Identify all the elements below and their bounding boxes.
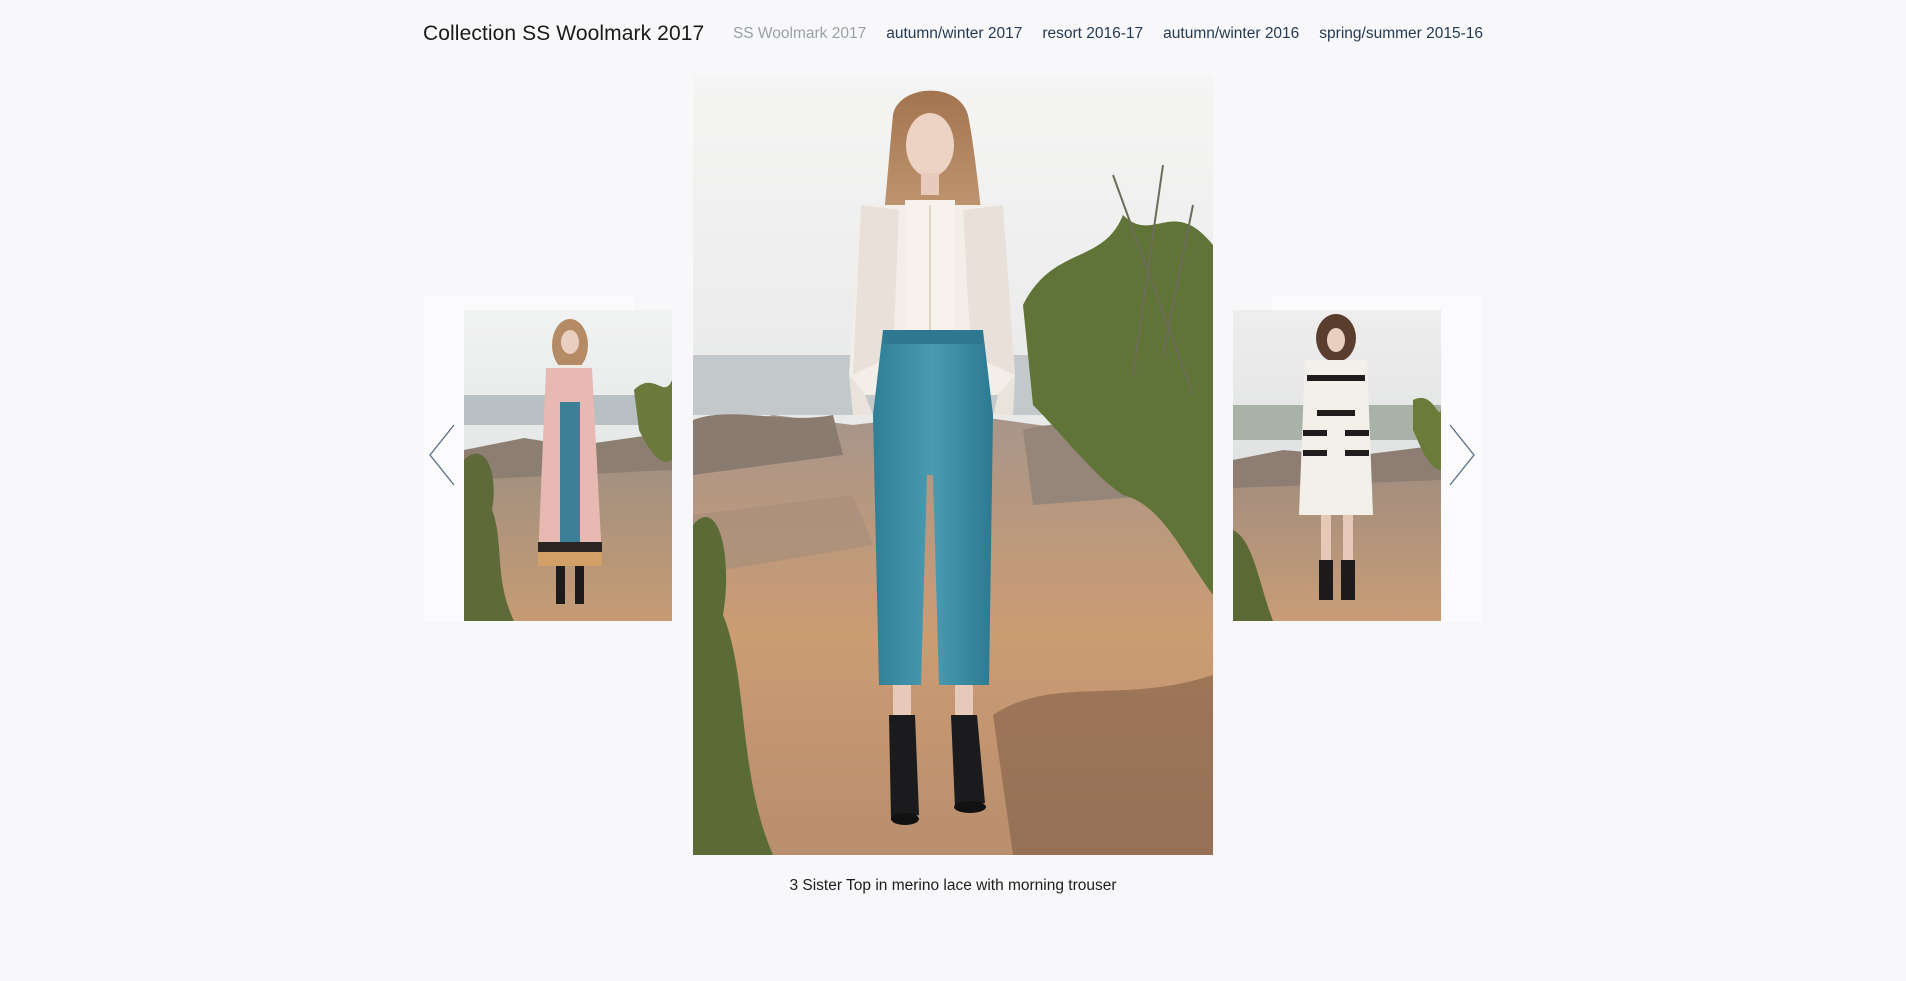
nav-link-autumn-winter-2016[interactable]: autumn/winter 2016 <box>1163 24 1299 44</box>
current-look-photo[interactable] <box>693 75 1213 855</box>
next-slide-button[interactable] <box>1448 424 1476 486</box>
site-header: Collection SS Woolmark 2017 SS Woolmark … <box>423 20 1483 52</box>
next-look-image <box>1233 310 1441 621</box>
chevron-left-icon <box>429 424 455 486</box>
previous-look-photo[interactable] <box>464 310 672 621</box>
previous-look-image <box>464 310 672 621</box>
next-look-photo[interactable] <box>1233 310 1441 621</box>
current-look-image <box>693 75 1213 855</box>
nav-link-spring-summer-2015-16[interactable]: spring/summer 2015-16 <box>1319 24 1483 44</box>
photo-caption: 3 Sister Top in merino lace with morning… <box>789 877 1117 894</box>
page-title: Collection SS Woolmark 2017 <box>423 22 705 45</box>
nav-link-ss-woolmark-2017[interactable]: SS Woolmark 2017 <box>733 24 866 44</box>
nav-link-resort-2016-17[interactable]: resort 2016-17 <box>1042 24 1143 44</box>
chevron-right-icon <box>1449 424 1475 486</box>
previous-slide-button[interactable] <box>428 424 456 486</box>
nav-link-autumn-winter-2017[interactable]: autumn/winter 2017 <box>886 24 1022 44</box>
collection-nav: SS Woolmark 2017 autumn/winter 2017 reso… <box>733 24 1483 44</box>
